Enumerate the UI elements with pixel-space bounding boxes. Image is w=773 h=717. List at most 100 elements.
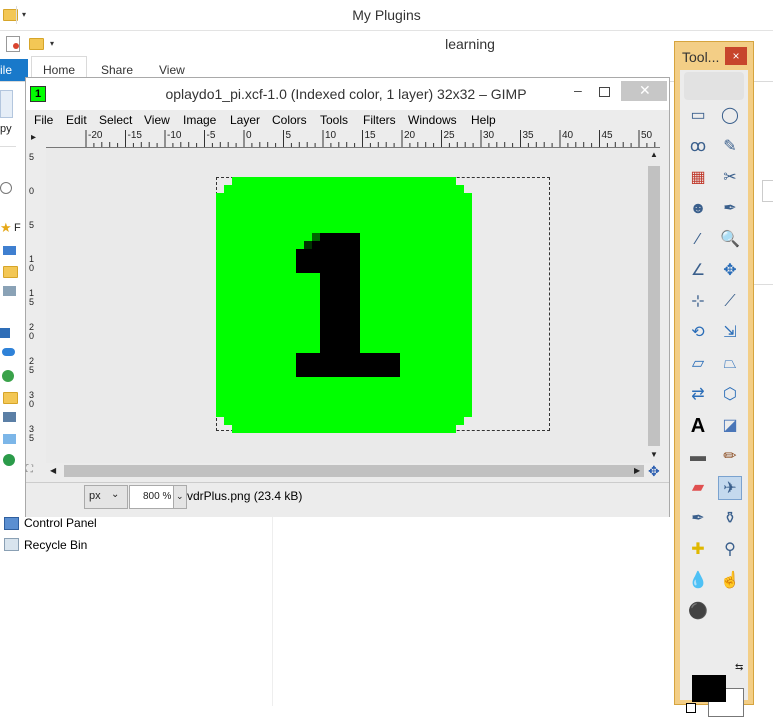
scroll-left-icon[interactable]: ◀ — [50, 466, 56, 475]
blend-icon[interactable]: ▬ — [686, 445, 710, 469]
by-color-select-icon[interactable]: ▦ — [686, 166, 710, 190]
library-folder-icon[interactable] — [3, 392, 18, 404]
swap-colors-icon[interactable]: ⇆ — [735, 662, 743, 673]
network-icon[interactable] — [3, 434, 16, 444]
ink-icon[interactable]: ✒ — [686, 507, 710, 531]
measure-icon[interactable]: ∠ — [686, 259, 710, 283]
maximize-button[interactable] — [599, 87, 610, 97]
paths-icon[interactable]: ✒ — [718, 197, 742, 221]
search-box-clipped[interactable] — [762, 180, 773, 202]
ruler-corner[interactable]: ▸ — [26, 130, 46, 147]
zoom-dropdown[interactable]: ⌄ — [173, 485, 187, 509]
ruler-top-label: -20 — [88, 130, 103, 141]
ruler-top-label: 0 — [246, 130, 252, 141]
menu-view[interactable]: View — [144, 113, 170, 127]
cage-icon[interactable]: ⬡ — [718, 383, 742, 407]
airbrush-icon[interactable]: ✈ — [718, 476, 742, 500]
horizontal-scrollbar[interactable] — [64, 465, 644, 477]
image-canvas[interactable] — [46, 148, 660, 463]
rect-select-icon[interactable]: ▭ — [686, 104, 710, 128]
wilber-drop-area[interactable] — [684, 72, 744, 100]
recycle-bin-icon[interactable] — [4, 538, 19, 551]
fuzzy-select-icon[interactable]: ✎ — [718, 135, 742, 159]
ruler-top-label: 45 — [601, 130, 613, 141]
minimize-button[interactable]: – — [574, 82, 582, 98]
flip-icon[interactable]: ⇄ — [686, 383, 710, 407]
explorer-front-title: learning — [445, 36, 495, 52]
menu-select[interactable]: Select — [99, 113, 132, 127]
tab-share[interactable]: Share — [101, 63, 133, 77]
copy-icon[interactable] — [0, 90, 13, 118]
navigate-icon[interactable]: ✥ — [648, 463, 660, 480]
zoom-toggle-icon[interactable]: ⛶ — [26, 464, 46, 480]
control-panel-icon[interactable] — [4, 517, 19, 530]
bucket-fill-icon[interactable]: ◪ — [718, 414, 742, 438]
menu-colors[interactable]: Colors — [272, 113, 307, 127]
tab-home[interactable]: Home — [43, 63, 75, 77]
ellipse-select-icon[interactable]: ◯ — [718, 104, 742, 128]
color-picker-icon[interactable]: ⁄ — [686, 228, 710, 252]
desktop-icon[interactable] — [3, 246, 16, 255]
menu-layer[interactable]: Layer — [230, 113, 260, 127]
foreground-select-icon[interactable]: ☻ — [686, 197, 710, 221]
foreground-color-swatch[interactable] — [692, 675, 726, 702]
favorites-label-clipped[interactable]: F — [14, 222, 21, 234]
menu-file[interactable]: File — [34, 113, 53, 127]
rotate-icon[interactable]: ⟲ — [686, 321, 710, 345]
ruler-top-label: 15 — [364, 130, 376, 141]
close-button[interactable]: ✕ — [621, 81, 667, 101]
ruler-left-label: 20 — [29, 322, 35, 341]
menu-image[interactable]: Image — [183, 113, 216, 127]
zoom-icon[interactable]: 🔍 — [718, 228, 742, 252]
menu-help[interactable]: Help — [471, 113, 496, 127]
dodge-burn-icon[interactable]: ⚫ — [686, 600, 710, 624]
eraser-icon[interactable]: ▰ — [686, 476, 710, 500]
scale-icon[interactable]: ⇲ — [718, 321, 742, 345]
align-icon[interactable]: ⊹ — [686, 290, 710, 314]
clone-icon[interactable]: ⚱ — [718, 507, 742, 531]
divider — [754, 284, 773, 285]
scroll-up-icon[interactable]: ▲ — [650, 150, 658, 159]
perspective-icon[interactable]: ⏢ — [718, 352, 742, 376]
shear-icon[interactable]: ▱ — [686, 352, 710, 376]
zoom-input[interactable]: 800 % — [129, 485, 175, 509]
computer-icon[interactable] — [0, 328, 10, 338]
this-pc-icon[interactable] — [3, 412, 16, 422]
tab-file[interactable]: ile — [0, 59, 28, 81]
onedrive-icon[interactable] — [2, 348, 15, 356]
ruler-top-label: 50 — [641, 130, 653, 141]
recent-places-icon[interactable] — [3, 286, 16, 296]
pencil-icon[interactable]: ✏ — [718, 445, 742, 469]
copy-label[interactable]: py — [0, 123, 12, 135]
blur-icon[interactable]: 💧 — [686, 569, 710, 593]
scroll-right-icon[interactable]: ▶ — [634, 466, 640, 475]
nav-control-panel[interactable]: Control Panel — [24, 516, 97, 530]
toolbox-close-button[interactable]: × — [725, 47, 747, 65]
favorites-star-icon[interactable]: ★ — [0, 220, 12, 236]
scroll-down-icon[interactable]: ▼ — [650, 450, 658, 459]
homegroup-icon[interactable] — [2, 370, 14, 382]
scissors-icon[interactable]: ✂ — [718, 166, 742, 190]
smudge-icon[interactable]: ☝ — [718, 569, 742, 593]
toolbox-panel: ▭ ◯ ꝏ ✎ ▦ ✂ ☻ ✒ ⁄ 🔍 ∠ ✥ ⊹ ⟋ ⟲ ⇲ ▱ ⏢ ⇄ ⬡ A ◪ ▬ ✏ ▰ ✈ ✒ ⚱ ✚ ⚲ 💧 ☝ ⚫ ⇆ — [680, 70, 748, 717]
menu-edit[interactable]: Edit — [66, 113, 87, 127]
move-icon[interactable]: ✥ — [718, 259, 742, 283]
ruler-top-label: -10 — [167, 130, 182, 141]
crop-icon[interactable]: ⟋ — [718, 290, 742, 314]
tab-view[interactable]: View — [159, 63, 185, 77]
downloads-folder-icon[interactable] — [3, 266, 18, 278]
back-arrow-icon[interactable] — [0, 182, 12, 194]
text-icon[interactable]: A — [686, 414, 710, 438]
menu-tools[interactable]: Tools — [320, 113, 348, 127]
network-globe-icon[interactable] — [3, 454, 15, 466]
nav-recycle-bin[interactable]: Recycle Bin — [24, 538, 87, 552]
menu-filters[interactable]: Filters — [363, 113, 396, 127]
vertical-scrollbar[interactable] — [648, 166, 660, 446]
default-colors-icon[interactable] — [686, 703, 696, 713]
unit-select[interactable]: px ⌄ — [84, 485, 128, 509]
menu-windows[interactable]: Windows — [408, 113, 457, 127]
free-select-icon[interactable]: ꝏ — [686, 135, 710, 159]
heal-icon[interactable]: ✚ — [686, 538, 710, 562]
ruler-top-label: 5 — [285, 130, 292, 141]
perspective-clone-icon[interactable]: ⚲ — [718, 538, 742, 562]
